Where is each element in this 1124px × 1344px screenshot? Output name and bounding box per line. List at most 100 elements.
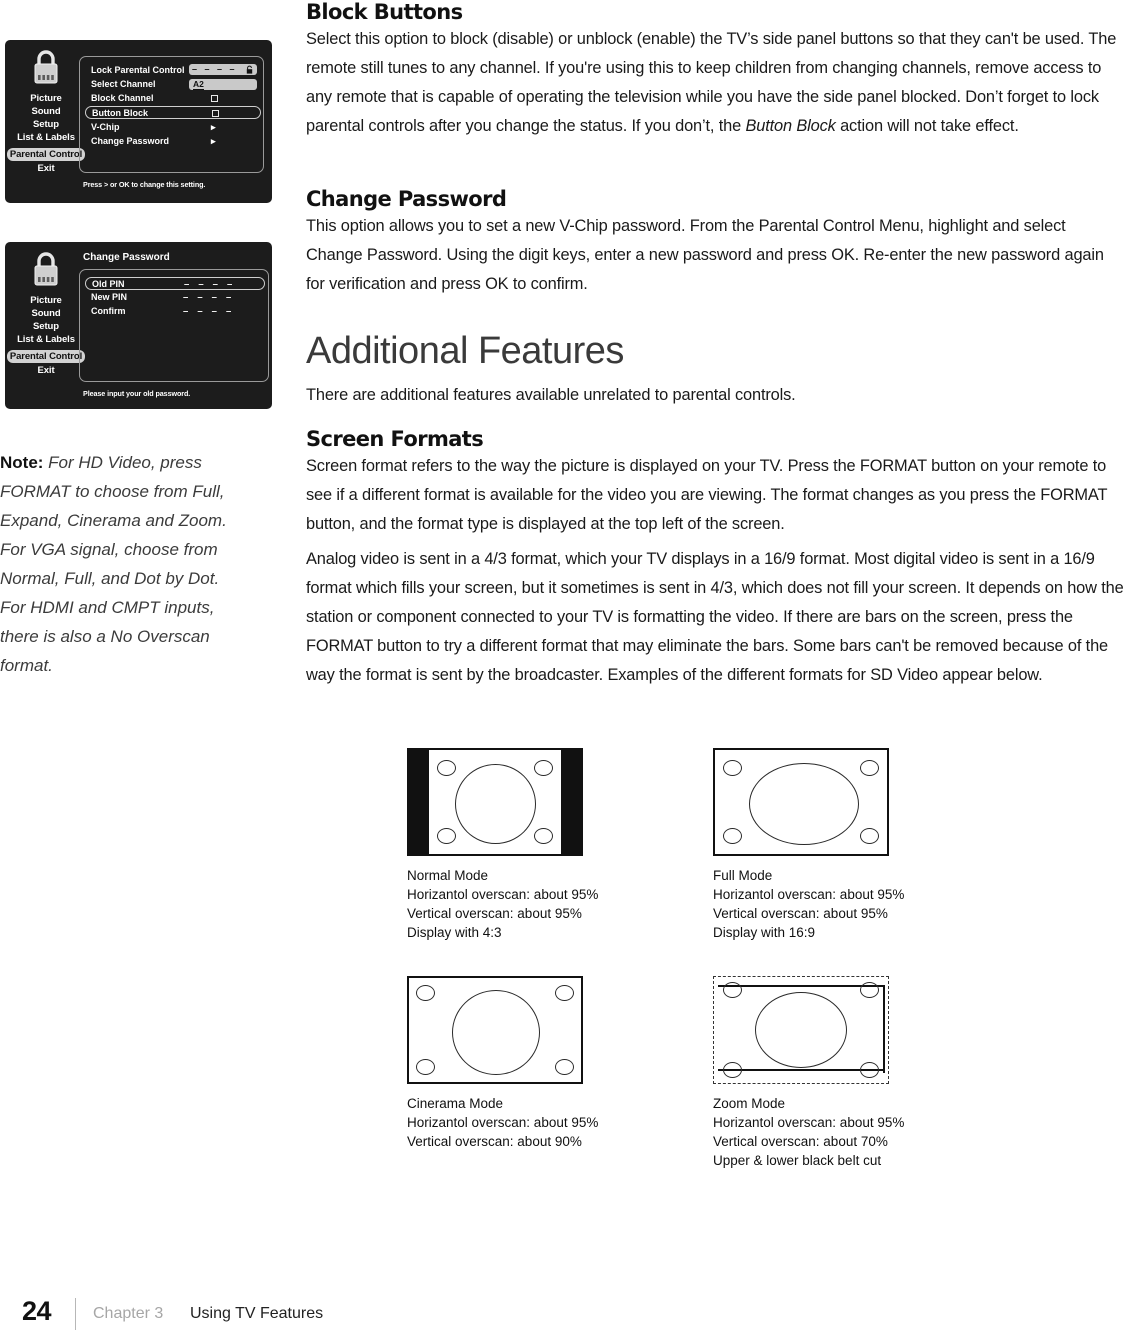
format-caption-line: Display with 16:9: [713, 925, 816, 940]
osd-nav-label: List & Labels: [17, 132, 75, 143]
corner-circle-bottom-right: [860, 828, 879, 844]
footer-chapter-label: Chapter 3: [93, 1305, 164, 1322]
original-frame-dashed: [713, 976, 889, 1084]
osd-nav-item-setup[interactable]: Setup: [5, 320, 87, 333]
heading-additional-features: Additional Features: [306, 330, 624, 372]
osd-row-select-channel[interactable]: Select Channel A2: [85, 78, 261, 91]
center-circle-shape: [755, 992, 847, 1068]
osd-row-lock-parental-control[interactable]: Lock Parental Control – – – –: [85, 64, 261, 77]
osd-nav-item-parental-control[interactable]: Parental Control: [5, 346, 87, 364]
mini-padlock-icon: [245, 65, 254, 74]
center-ellipse-shape: [749, 763, 859, 845]
osd-row-value: – – – –: [183, 306, 235, 317]
osd-row-change-password[interactable]: Change Password ▸: [85, 135, 261, 148]
footer-chapter-title: Using TV Features: [190, 1305, 324, 1322]
format-caption-line: Horizantol overscan: about 95%: [407, 1115, 599, 1130]
page-number: 24: [22, 1296, 52, 1326]
heading-block-buttons: Block Buttons: [306, 0, 463, 24]
chevron-right-icon[interactable]: ▸: [211, 121, 216, 134]
osd-row-value: ▸: [189, 135, 259, 148]
format-example-cinerama-mode: Cinerama Mode Horizantol overscan: about…: [407, 976, 598, 1151]
corner-circle-bottom-right: [860, 1062, 879, 1078]
osd-nav-item-picture[interactable]: Picture: [5, 294, 87, 307]
format-caption-line: Cinerama Mode: [407, 1096, 504, 1111]
osd-row-value: ▸: [189, 121, 259, 134]
padlock-icon: [29, 48, 63, 86]
pin-value-field[interactable]: – – – –: [189, 64, 257, 75]
osd-row-label: Change Password: [91, 136, 170, 146]
format-caption: Cinerama Mode Horizantol overscan: about…: [407, 1094, 598, 1151]
osd-row-value: – – – –: [189, 64, 259, 79]
osd-nav-item-setup[interactable]: Setup: [5, 118, 87, 131]
format-caption: Full Mode Horizantol overscan: about 95%…: [713, 866, 904, 942]
format-caption-line: Vertical overscan: about 95%: [713, 906, 888, 921]
paragraph-block-buttons: Select this option to block (disable) or…: [306, 25, 1124, 141]
osd-nav-item-picture[interactable]: Picture: [5, 92, 87, 105]
padlock-icon: [29, 250, 63, 288]
channel-value-field[interactable]: A2: [189, 79, 257, 90]
osd-nav-label: Setup: [33, 321, 59, 332]
side-note: Note: For HD Video, press FORMAT to choo…: [0, 448, 240, 680]
checkbox-icon[interactable]: [211, 95, 218, 103]
osd-nav-item-list-and-labels[interactable]: List & Labels: [5, 131, 87, 144]
full-mode-diagram: [713, 748, 889, 856]
osd-nav-item-exit[interactable]: Exit: [5, 162, 87, 175]
paragraph-emphasis: Button Block: [745, 117, 836, 135]
heading-change-password: Change Password: [306, 187, 507, 211]
picture-area: [427, 748, 563, 856]
corner-circle-top-left: [437, 760, 456, 776]
osd-row-block-channel[interactable]: Block Channel: [85, 92, 261, 105]
format-caption-line: Horizantol overscan: about 95%: [407, 887, 599, 902]
osd-row-new-pin[interactable]: New PIN – – – –: [85, 291, 265, 304]
format-example-zoom-mode: Zoom Mode Horizantol overscan: about 95%…: [713, 976, 904, 1170]
osd-nav-label: Picture: [30, 93, 62, 104]
corner-circle-top-left: [416, 985, 435, 1001]
format-caption-line: Vertical overscan: about 90%: [407, 1134, 582, 1149]
format-caption-line: Full Mode: [713, 868, 773, 883]
black-bar-left: [407, 748, 427, 856]
osd-row-label: V-Chip: [91, 122, 120, 132]
corner-circle-bottom-left: [416, 1059, 435, 1075]
center-circle-shape: [452, 990, 540, 1075]
osd-panel-title: Change Password: [83, 252, 170, 263]
osd-row-v-chip[interactable]: V-Chip ▸: [85, 121, 261, 134]
cinerama-mode-diagram: [407, 976, 583, 1084]
osd-parental-control-menu: Picture Sound Setup List & Labels Parent…: [5, 40, 272, 203]
corner-circle-top-right: [860, 982, 879, 998]
osd-settings-panel: Lock Parental Control – – – – Select Cha…: [79, 56, 264, 173]
corner-circle-top-right: [555, 985, 574, 1001]
normal-mode-diagram: [407, 748, 583, 856]
osd-row-value: – – – –: [184, 279, 236, 290]
osd-nav-item-parental-control[interactable]: Parental Control: [5, 144, 87, 162]
checkbox-icon[interactable]: [212, 110, 219, 118]
pin-dashes: – – – –: [192, 64, 238, 74]
osd-row-old-pin[interactable]: Old PIN – – – –: [85, 277, 265, 290]
format-caption-line: Display with 4:3: [407, 925, 502, 940]
osd-row-value: – – – –: [183, 292, 235, 303]
osd-row-label: Block Channel: [91, 93, 154, 103]
osd-nav-label: Exit: [37, 365, 55, 376]
osd-change-password-menu: Picture Sound Setup List & Labels Parent…: [5, 242, 272, 409]
osd-row-button-block[interactable]: Button Block: [85, 106, 261, 119]
corner-circle-top-left: [723, 982, 742, 998]
chevron-right-icon[interactable]: ▸: [211, 135, 216, 148]
cropped-band-right-edge: [883, 985, 885, 1073]
osd-row-confirm[interactable]: Confirm – – – –: [85, 305, 265, 318]
osd-row-label: Lock Parental Control: [91, 65, 185, 75]
osd-nav-item-sound[interactable]: Sound: [5, 307, 87, 320]
format-caption-line: Upper & lower black belt cut: [713, 1153, 882, 1168]
osd-settings-panel: Old PIN – – – – New PIN – – – – Confirm …: [79, 269, 269, 382]
osd-nav-item-exit[interactable]: Exit: [5, 364, 87, 377]
osd-nav-item-sound[interactable]: Sound: [5, 105, 87, 118]
corner-circle-top-left: [723, 760, 742, 776]
footer-divider: [75, 1298, 76, 1330]
corner-circle-bottom-left: [437, 828, 456, 844]
osd-nav-label: Sound: [31, 106, 61, 117]
osd-nav-item-list-and-labels[interactable]: List & Labels: [5, 333, 87, 346]
picture-area: [407, 976, 583, 1084]
osd-row-value: [189, 92, 259, 105]
osd-nav-label: Setup: [33, 119, 59, 130]
heading-screen-formats: Screen Formats: [306, 427, 484, 451]
format-caption-line: Horizantol overscan: about 95%: [713, 887, 905, 902]
corner-circle-top-right: [860, 760, 879, 776]
